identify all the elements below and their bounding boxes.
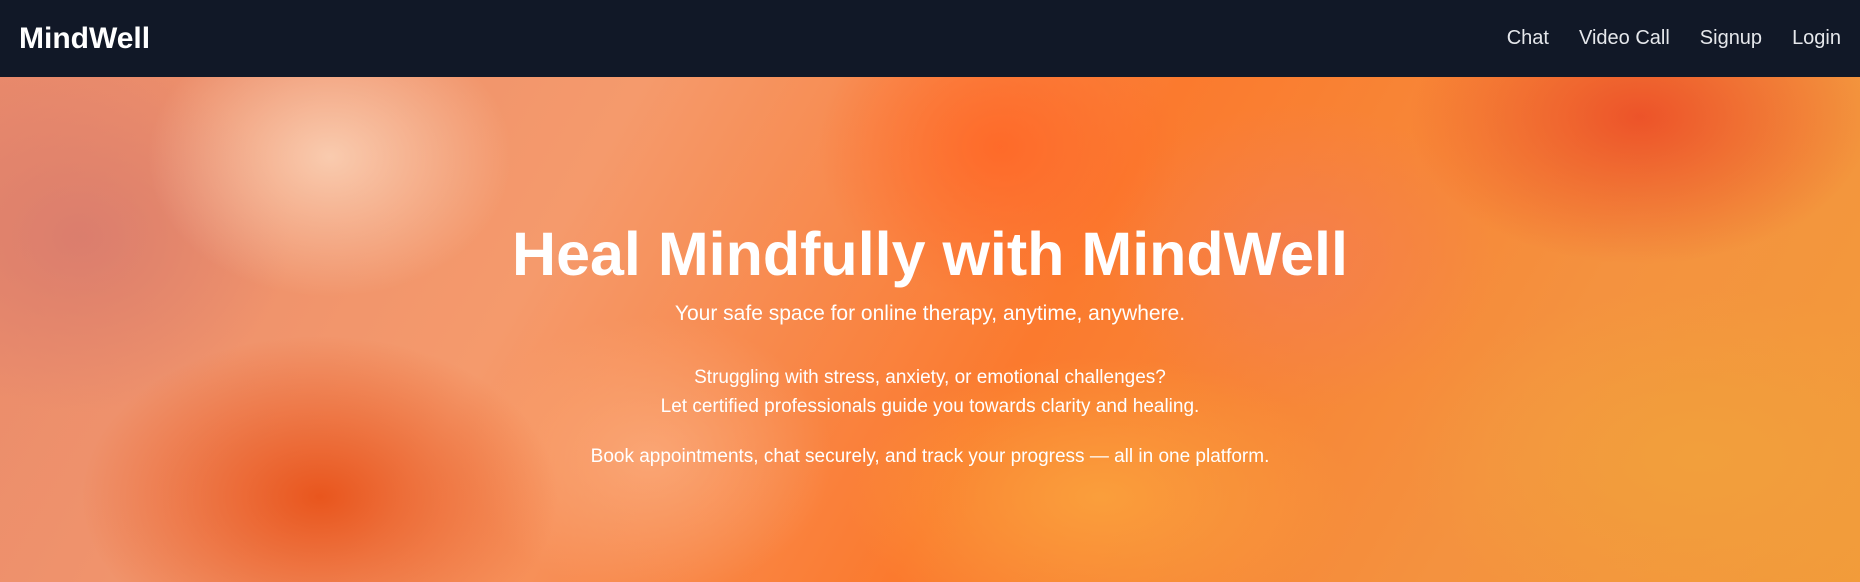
hero-section: Heal Mindfully with MindWell Your safe s… [0, 77, 1860, 582]
brand-logo[interactable]: MindWell [19, 22, 150, 56]
nav-link-video-call[interactable]: Video Call [1579, 27, 1670, 50]
nav-links: Chat Video Call Signup Login [1477, 27, 1841, 50]
hero-subtitle: Your safe space for online therapy, anyt… [674, 302, 1186, 325]
nav-link-login[interactable]: Login [1792, 27, 1841, 50]
hero-background-image [0, 77, 1860, 582]
top-navbar: MindWell Chat Video Call Signup Login [0, 0, 1860, 77]
hero-features-line: Book appointments, chat securely, and tr… [590, 446, 1270, 467]
nav-link-signup[interactable]: Signup [1700, 27, 1762, 50]
hero-title: Heal Mindfully with MindWell [512, 220, 1348, 288]
nav-link-chat[interactable]: Chat [1507, 27, 1549, 50]
hero-description-line-1: Struggling with stress, anxiety, or emot… [694, 367, 1166, 388]
hero-description-line-2: Let certified professionals guide you to… [660, 396, 1200, 417]
